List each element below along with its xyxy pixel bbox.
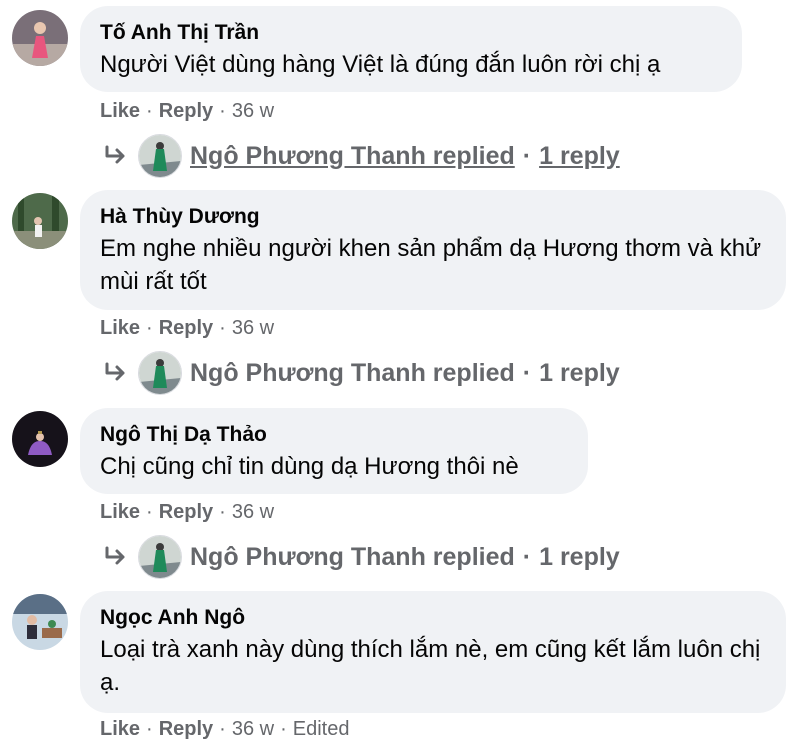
comment-author[interactable]: Hà Thùy Dương bbox=[100, 204, 764, 230]
comment-actions: Like · Reply · 36 w bbox=[100, 501, 275, 523]
avatar[interactable] bbox=[12, 411, 68, 467]
avatar[interactable] bbox=[12, 594, 68, 650]
comment-author[interactable]: Tố Anh Thị Trần bbox=[100, 20, 720, 46]
avatar[interactable] bbox=[12, 10, 68, 66]
like-button[interactable]: Like bbox=[100, 100, 140, 122]
replier-label[interactable]: Ngô Phương Thanh replied bbox=[190, 359, 515, 388]
reply-button[interactable]: Reply bbox=[159, 501, 213, 523]
comment-text: Loại trà xanh này dùng thích lắm nè, em … bbox=[100, 636, 761, 696]
timestamp[interactable]: 36 w bbox=[232, 501, 274, 523]
reply-button[interactable]: Reply bbox=[159, 718, 213, 740]
reply-arrow-icon bbox=[102, 544, 128, 570]
replier-label[interactable]: Ngô Phương Thanh replied bbox=[190, 142, 515, 171]
view-replies-link[interactable]: Ngô Phương Thanh replied · 1 reply bbox=[102, 351, 620, 395]
timestamp[interactable]: 36 w bbox=[232, 100, 274, 122]
reply-arrow-icon bbox=[102, 143, 128, 169]
comment-bubble: Ngọc Anh Ngô Loại trà xanh này dùng thíc… bbox=[80, 591, 786, 713]
comment-bubble: Tố Anh Thị Trần Người Việt dùng hàng Việ… bbox=[80, 6, 742, 92]
comment-text: Em nghe nhiều người khen sản phẩm dạ Hươ… bbox=[100, 235, 762, 295]
reply-avatar bbox=[138, 351, 182, 395]
like-button[interactable]: Like bbox=[100, 317, 140, 339]
comment-bubble: Hà Thùy Dương Em nghe nhiều người khen s… bbox=[80, 190, 786, 310]
comment-text: Chị cũng chỉ tin dùng dạ Hương thôi nè bbox=[100, 453, 519, 480]
timestamp[interactable]: 36 w bbox=[232, 317, 274, 339]
comment-actions: Like · Reply · 36 w bbox=[100, 100, 275, 122]
edited-label[interactable]: Edited bbox=[293, 718, 350, 740]
reply-count[interactable]: 1 reply bbox=[539, 359, 620, 388]
comment-author[interactable]: Ngọc Anh Ngô bbox=[100, 605, 764, 631]
reply-button[interactable]: Reply bbox=[159, 317, 213, 339]
comment-actions: Like · Reply · 36 w · Edited bbox=[100, 718, 350, 740]
comment-bubble: Ngô Thị Dạ Thảo Chị cũng chỉ tin dùng dạ… bbox=[80, 408, 588, 494]
avatar[interactable] bbox=[12, 193, 68, 249]
comment-text: Người Việt dùng hàng Việt là đúng đắn lu… bbox=[100, 51, 661, 78]
reply-avatar bbox=[138, 134, 182, 178]
reply-button[interactable]: Reply bbox=[159, 100, 213, 122]
reply-count[interactable]: 1 reply bbox=[539, 142, 620, 171]
replier-label[interactable]: Ngô Phương Thanh replied bbox=[190, 543, 515, 572]
comment-actions: Like · Reply · 36 w bbox=[100, 317, 275, 339]
reply-count[interactable]: 1 reply bbox=[539, 543, 620, 572]
reply-avatar bbox=[138, 535, 182, 579]
view-replies-link[interactable]: Ngô Phương Thanh replied · 1 reply bbox=[102, 535, 620, 579]
comment-author[interactable]: Ngô Thị Dạ Thảo bbox=[100, 422, 566, 448]
like-button[interactable]: Like bbox=[100, 718, 140, 740]
like-button[interactable]: Like bbox=[100, 501, 140, 523]
timestamp[interactable]: 36 w bbox=[232, 718, 274, 740]
reply-arrow-icon bbox=[102, 360, 128, 386]
view-replies-link[interactable]: Ngô Phương Thanh replied · 1 reply bbox=[102, 134, 620, 178]
